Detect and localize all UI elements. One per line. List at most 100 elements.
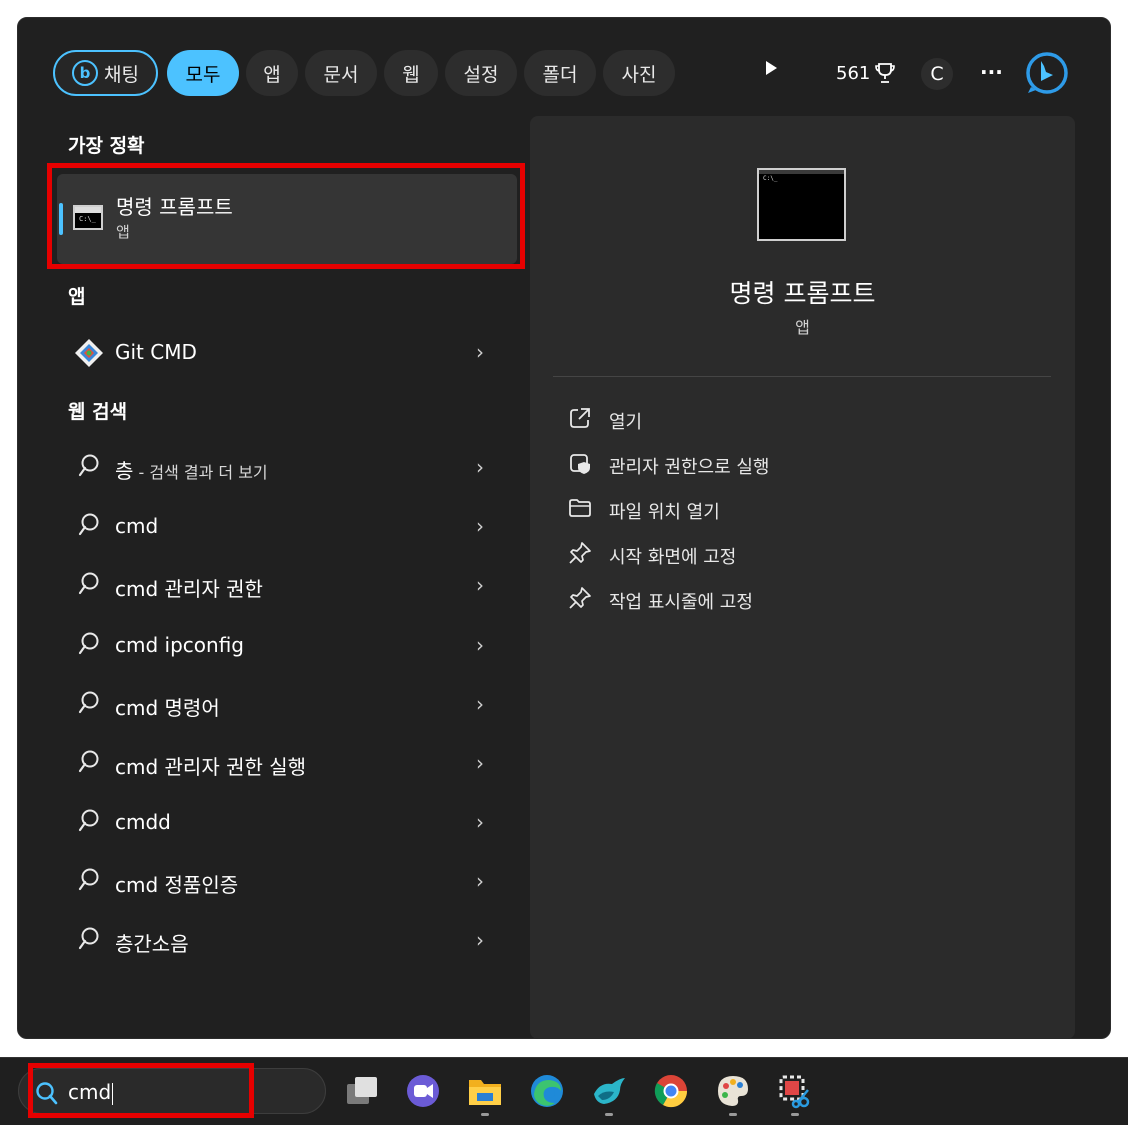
detail-subtitle: 앱 [795, 318, 810, 337]
web-result-label: cmd 관리자 권한 실행 [115, 755, 307, 779]
bing-chat-icon: b [72, 60, 99, 86]
account-initial: C [930, 63, 944, 85]
tab-folders-label: 폴더 [542, 63, 578, 86]
folder-icon [569, 499, 591, 517]
open-external-icon [570, 408, 590, 428]
web-result-label: cmdd [115, 810, 171, 834]
web-result-item[interactable]: 층 - 검색 결과 더 보기 › [60, 441, 520, 493]
play-arrow-icon [766, 61, 777, 75]
search-icon [78, 572, 99, 595]
snipping-tool-icon[interactable] [776, 1072, 814, 1110]
chrome-icon[interactable] [652, 1072, 690, 1110]
web-result-item[interactable]: cmd 관리자 권한 › [60, 559, 520, 611]
running-indicator [481, 1113, 489, 1116]
trophy-icon [875, 63, 896, 83]
chevron-right-icon: › [476, 810, 484, 834]
red-highlight-search-box [28, 1063, 254, 1118]
web-result-item[interactable]: cmd 정품인증 › [60, 855, 520, 907]
detail-title: 명령 프롬프트 [729, 279, 876, 308]
chevron-right-icon: › [476, 340, 484, 364]
tab-documents-label: 문서 [323, 63, 359, 86]
tab-photos[interactable]: 사진 [603, 50, 675, 96]
web-search-heading: 웹 검색 [68, 401, 128, 423]
chevron-right-icon: › [476, 869, 484, 893]
more-tabs-button[interactable] [763, 60, 779, 76]
edge-icon[interactable] [528, 1072, 566, 1110]
teams-chat-icon[interactable] [404, 1072, 442, 1110]
rewards-points-value: 561 [836, 62, 871, 84]
running-indicator [791, 1113, 799, 1116]
rewards-points[interactable]: 561 [836, 62, 896, 84]
chevron-right-icon: › [476, 692, 484, 716]
task-view-icon[interactable] [343, 1072, 381, 1110]
chevron-right-icon: › [476, 751, 484, 775]
more-options-button[interactable]: ··· [980, 60, 1003, 84]
running-indicator [729, 1113, 737, 1116]
tab-photos-label: 사진 [621, 63, 657, 86]
action-label: 열기 [609, 412, 643, 433]
app-item-git-cmd[interactable]: Git CMD › [60, 326, 520, 378]
search-icon [78, 632, 99, 655]
search-icon [78, 809, 99, 832]
app-item-label: Git CMD [115, 340, 197, 364]
git-cmd-icon [75, 339, 103, 367]
action-label: 관리자 권한으로 실행 [609, 457, 770, 478]
detail-divider [553, 376, 1051, 377]
search-icon [78, 868, 99, 891]
best-match-heading: 가장 정확 [68, 135, 145, 157]
pin-icon [569, 587, 591, 609]
action-run-as-admin[interactable]: 관리자 권한으로 실행 [566, 451, 966, 481]
chevron-right-icon: › [476, 633, 484, 657]
action-pin-to-taskbar[interactable]: 작업 표시줄에 고정 [566, 586, 966, 616]
bird-app-icon[interactable] [590, 1072, 628, 1110]
web-result-label: 층 [115, 459, 134, 483]
detail-panel [530, 116, 1075, 1039]
tab-settings[interactable]: 설정 [445, 50, 517, 96]
web-result-item[interactable]: cmd 관리자 권한 실행 › [60, 737, 520, 789]
account-avatar[interactable]: C [921, 58, 953, 90]
tab-chat-label: 채팅 [104, 63, 139, 86]
chevron-right-icon: › [476, 928, 484, 952]
tab-apps[interactable]: 앱 [246, 50, 298, 96]
tab-all[interactable]: 모두 [167, 50, 239, 96]
ellipsis-icon: ··· [980, 60, 1003, 84]
bing-logo-icon [1026, 52, 1068, 94]
action-pin-to-start[interactable]: 시작 화면에 고정 [566, 541, 966, 571]
tab-chat[interactable]: b 채팅 [53, 50, 158, 96]
action-label: 시작 화면에 고정 [609, 547, 737, 568]
bing-button[interactable] [1025, 51, 1069, 99]
web-result-item[interactable]: cmd ipconfig › [60, 619, 520, 671]
screen: b 채팅 모두 앱 문서 웹 설정 폴더 사진 561 C ··· 가장 정확 … [0, 0, 1128, 1125]
web-result-item[interactable]: cmd › [60, 500, 520, 552]
web-result-label: cmd 명령어 [115, 696, 220, 720]
file-explorer-icon[interactable] [466, 1072, 504, 1110]
web-result-label: cmd 정품인증 [115, 873, 239, 897]
web-result-item[interactable]: 층간소음 › [60, 914, 520, 966]
web-result-label: 층간소음 [115, 932, 189, 956]
search-icon [78, 927, 99, 950]
tab-all-label: 모두 [185, 63, 221, 86]
search-icon [78, 750, 99, 773]
action-label: 파일 위치 열기 [609, 502, 720, 523]
web-result-label: cmd ipconfig [115, 633, 244, 657]
apps-heading: 앱 [68, 286, 86, 308]
web-result-item[interactable]: cmdd › [60, 796, 520, 848]
action-open-file-location[interactable]: 파일 위치 열기 [566, 496, 966, 526]
running-indicator [605, 1113, 613, 1116]
tab-web[interactable]: 웹 [384, 50, 438, 96]
tab-documents[interactable]: 문서 [305, 50, 377, 96]
web-result-label: cmd 관리자 권한 [115, 577, 263, 601]
chevron-right-icon: › [476, 455, 484, 479]
tab-folders[interactable]: 폴더 [524, 50, 596, 96]
web-result-suffix: - 검색 결과 더 보기 [133, 463, 268, 482]
paint-icon[interactable] [714, 1072, 752, 1110]
web-result-item[interactable]: cmd 명령어 › [60, 678, 520, 730]
search-icon [78, 691, 99, 714]
search-icon [78, 513, 99, 536]
command-prompt-large-icon: C:\_ [757, 168, 846, 241]
tab-apps-label: 앱 [263, 63, 281, 86]
tab-web-label: 웹 [402, 63, 420, 86]
action-open[interactable]: 열기 [566, 406, 966, 436]
red-highlight-best-match [47, 163, 525, 269]
action-label: 작업 표시줄에 고정 [609, 592, 753, 613]
